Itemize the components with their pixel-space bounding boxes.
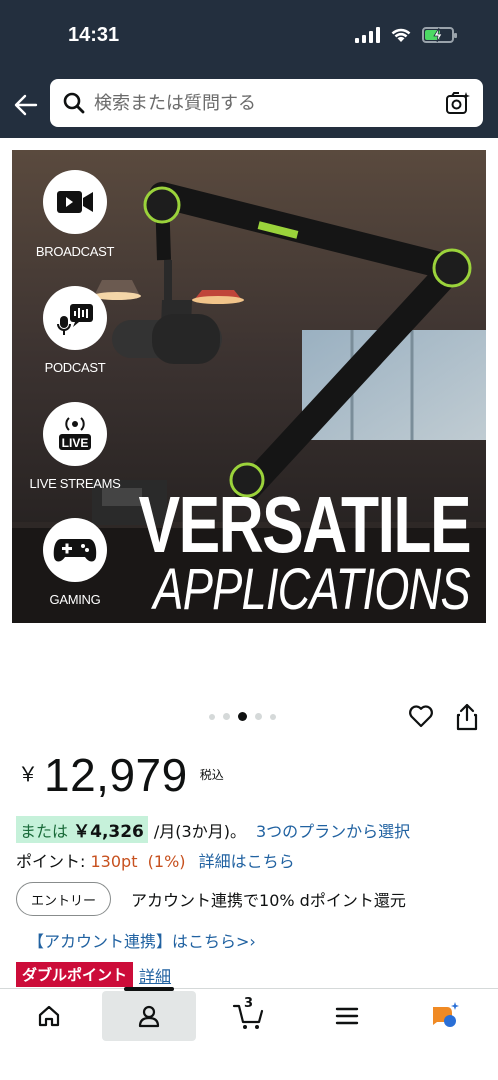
svg-text:LIVE: LIVE — [62, 436, 89, 450]
installment-period: /月(3か月)。 — [153, 821, 246, 841]
carousel-dots[interactable] — [209, 712, 276, 721]
bottom-nav: 3 — [0, 987, 498, 1080]
app-label: LIVE STREAMS — [29, 476, 121, 491]
currency-symbol: ￥ — [18, 762, 38, 786]
app-gaming: GAMING — [38, 518, 112, 607]
product-image[interactable]: BROADCAST PODCAST LIVE LIVE STREAMS GAMI… — [12, 150, 486, 623]
points-details-link[interactable]: 詳細はこちら — [199, 852, 295, 871]
headline-applications: APPLICATIONS — [153, 557, 470, 622]
carousel-dot-active[interactable] — [238, 712, 247, 721]
back-arrow-icon[interactable] — [12, 91, 40, 119]
wifi-icon — [391, 28, 411, 42]
points-label: ポイント: — [16, 852, 86, 871]
nav-home[interactable] — [2, 991, 96, 1041]
camera-search-icon[interactable] — [445, 90, 471, 116]
price-block: ￥ 12,979 税込 — [18, 750, 224, 800]
home-icon — [38, 1005, 60, 1027]
video-camera-icon — [43, 170, 107, 234]
app-live-streams: LIVE LIVE STREAMS — [29, 402, 121, 491]
battery-charging-icon — [422, 26, 457, 43]
entry-row: エントリー アカウント連携で10% dポイント還元 — [16, 882, 406, 916]
menu-icon — [335, 1007, 359, 1025]
headline-versatile: VERSATILE — [138, 480, 471, 569]
live-broadcast-icon: LIVE — [43, 402, 107, 466]
double-point-details-link[interactable]: 詳細 — [139, 963, 171, 987]
nav-rufus[interactable] — [398, 991, 492, 1041]
installment-prefix: または — [20, 822, 69, 841]
carousel-dot[interactable] — [209, 713, 215, 720]
app-broadcast: BROADCAST — [36, 170, 114, 259]
gamepad-icon — [43, 518, 107, 582]
carousel-dot[interactable] — [223, 713, 230, 720]
points-value: 130pt (1%) — [90, 852, 186, 871]
tax-label: 税込 — [199, 768, 224, 782]
heart-icon[interactable] — [408, 703, 434, 729]
nav-account[interactable] — [102, 991, 196, 1041]
double-point-row: ダブルポイント 詳細 — [16, 962, 171, 987]
price-amount: 12,979 — [44, 749, 188, 801]
cart-count: 3 — [244, 996, 254, 1011]
cellular-signal-icon — [355, 26, 380, 43]
installment-row: または ￥4,326 /月(3か月)。 3つのプランから選択 — [16, 816, 410, 843]
app-podcast: PODCAST — [38, 286, 112, 375]
search-input[interactable] — [94, 92, 424, 114]
installment-amount: ￥4,326 — [73, 822, 144, 842]
entry-button[interactable]: エントリー — [16, 882, 112, 916]
double-point-badge: ダブルポイント — [16, 962, 134, 987]
installment-highlight: または ￥4,326 — [16, 816, 148, 843]
installment-plans-link[interactable]: 3つのプランから選択 — [256, 818, 410, 842]
app-label: PODCAST — [44, 360, 106, 375]
top-header: 14:31 — [0, 0, 498, 138]
points-row: ポイント: 130pt (1%) 詳細はこちら — [16, 848, 295, 872]
app-label: BROADCAST — [35, 244, 115, 259]
status-time: 14:31 — [68, 24, 120, 46]
entry-description: アカウント連携で10% dポイント還元 — [131, 891, 406, 910]
search-icon — [63, 92, 85, 114]
account-link[interactable]: 【アカウント連携】はこちら>› — [28, 928, 256, 952]
rufus-icon — [433, 1002, 459, 1027]
nav-menu[interactable] — [300, 991, 394, 1041]
share-icon[interactable] — [455, 703, 479, 731]
carousel-dot[interactable] — [255, 713, 262, 720]
carousel-dot[interactable] — [270, 713, 276, 720]
search-bar[interactable] — [50, 79, 483, 127]
nav-cart[interactable]: 3 — [202, 991, 296, 1041]
app-label: GAMING — [49, 592, 101, 607]
status-icons — [355, 26, 457, 43]
account-icon — [138, 1005, 160, 1028]
podcast-mic-icon — [43, 286, 107, 350]
